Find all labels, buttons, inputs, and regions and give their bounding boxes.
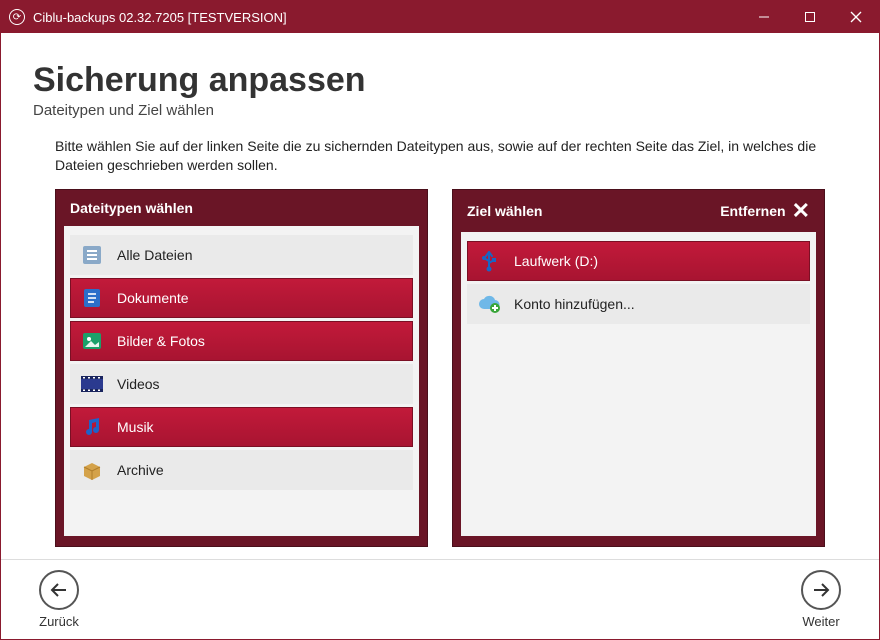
film-icon: [79, 371, 105, 397]
bottom-bar: Zurück Weiter: [1, 559, 879, 639]
target-label: Konto hinzufügen...: [514, 296, 801, 312]
filetypes-panel: Dateitypen wählen Alle Dateien Dokumente: [55, 189, 428, 547]
filetype-row-documents[interactable]: Dokumente: [70, 278, 413, 318]
filetypes-list: Alle Dateien Dokumente Bilder & Fotos: [64, 226, 419, 536]
target-label: Laufwerk (D:): [514, 253, 801, 269]
page-title: Sicherung anpassen: [33, 61, 847, 100]
filetype-label: Musik: [117, 419, 404, 435]
close-button[interactable]: [833, 1, 879, 33]
window-title: Ciblu-backups 02.32.7205 [TESTVERSION]: [33, 10, 287, 25]
filetype-label: Dokumente: [117, 290, 404, 306]
music-icon: [79, 414, 105, 440]
image-icon: [79, 328, 105, 354]
filetype-row-videos[interactable]: Videos: [70, 364, 413, 404]
target-panel: Ziel wählen Entfernen ✕ Laufwerk (D:) Ko…: [452, 189, 825, 547]
next-label: Weiter: [802, 614, 839, 629]
filetype-row-archives[interactable]: Archive: [70, 450, 413, 490]
arrow-right-icon: [801, 570, 841, 610]
filetypes-panel-title: Dateitypen wählen: [70, 200, 193, 216]
usb-icon: [476, 248, 502, 274]
target-row-drive[interactable]: Laufwerk (D:): [467, 241, 810, 281]
filetype-row-music[interactable]: Musik: [70, 407, 413, 447]
document-icon: [79, 285, 105, 311]
remove-target-icon[interactable]: ✕: [792, 200, 810, 222]
minimize-button[interactable]: [741, 1, 787, 33]
box-icon: [79, 457, 105, 483]
filetype-label: Archive: [117, 462, 404, 478]
remove-target-label[interactable]: Entfernen: [720, 203, 785, 219]
filetype-row-images[interactable]: Bilder & Fotos: [70, 321, 413, 361]
lines-icon: [79, 242, 105, 268]
cloud-add-icon: [476, 291, 502, 317]
page-instructions: Bitte wählen Sie auf der linken Seite di…: [55, 137, 825, 175]
titlebar: ⟳ Ciblu-backups 02.32.7205 [TESTVERSION]: [1, 1, 879, 33]
page-subtitle: Dateitypen und Ziel wählen: [33, 102, 847, 119]
back-button[interactable]: Zurück: [25, 570, 93, 629]
app-icon: ⟳: [9, 9, 25, 25]
filetypes-panel-header: Dateitypen wählen: [56, 190, 427, 226]
filetype-label: Alle Dateien: [117, 247, 404, 263]
close-icon: [850, 11, 862, 23]
back-label: Zurück: [39, 614, 79, 629]
filetype-row-all[interactable]: Alle Dateien: [70, 235, 413, 275]
target-row-add-account[interactable]: Konto hinzufügen...: [467, 284, 810, 324]
target-list: Laufwerk (D:) Konto hinzufügen...: [461, 232, 816, 536]
filetype-label: Videos: [117, 376, 404, 392]
target-panel-title: Ziel wählen: [467, 203, 542, 219]
maximize-icon: [804, 11, 816, 23]
next-button[interactable]: Weiter: [787, 570, 855, 629]
arrow-left-icon: [39, 570, 79, 610]
minimize-icon: [758, 11, 770, 23]
target-panel-header: Ziel wählen Entfernen ✕: [453, 190, 824, 232]
filetype-label: Bilder & Fotos: [117, 333, 404, 349]
maximize-button[interactable]: [787, 1, 833, 33]
